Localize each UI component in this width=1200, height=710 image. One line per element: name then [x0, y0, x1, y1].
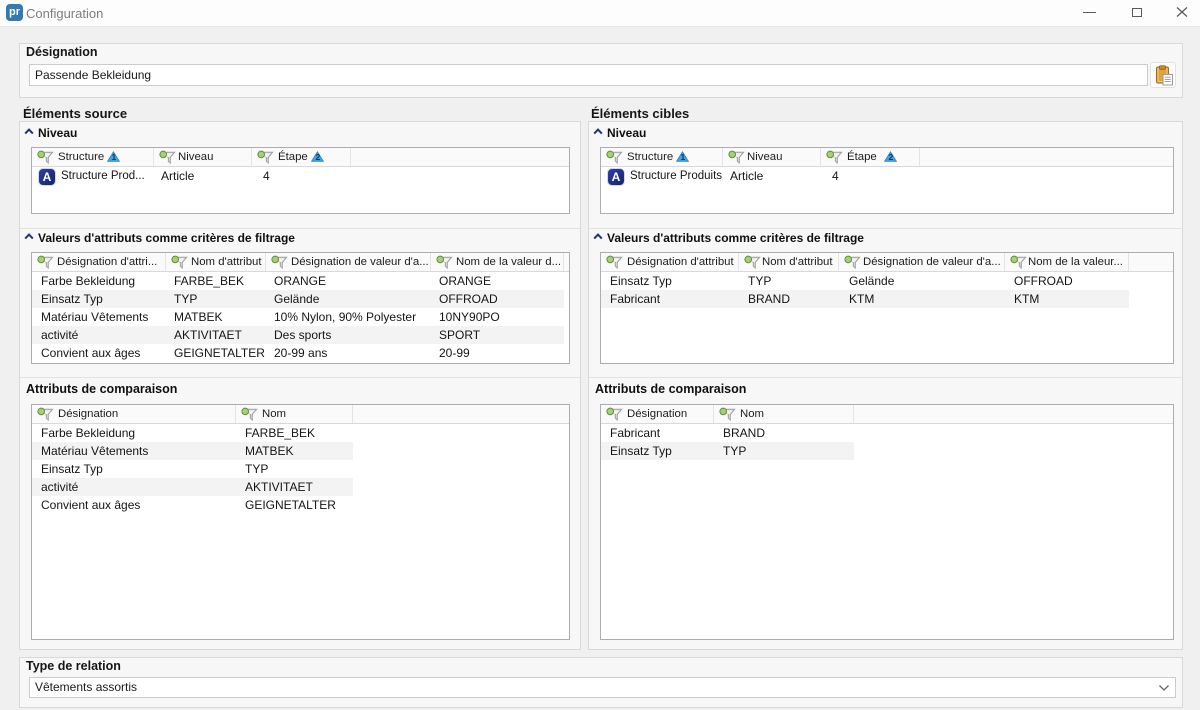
svg-text:1: 1 — [681, 152, 686, 162]
svg-text:1: 1 — [112, 152, 117, 162]
svg-text:2: 2 — [316, 152, 321, 162]
svg-text:2: 2 — [889, 152, 894, 162]
